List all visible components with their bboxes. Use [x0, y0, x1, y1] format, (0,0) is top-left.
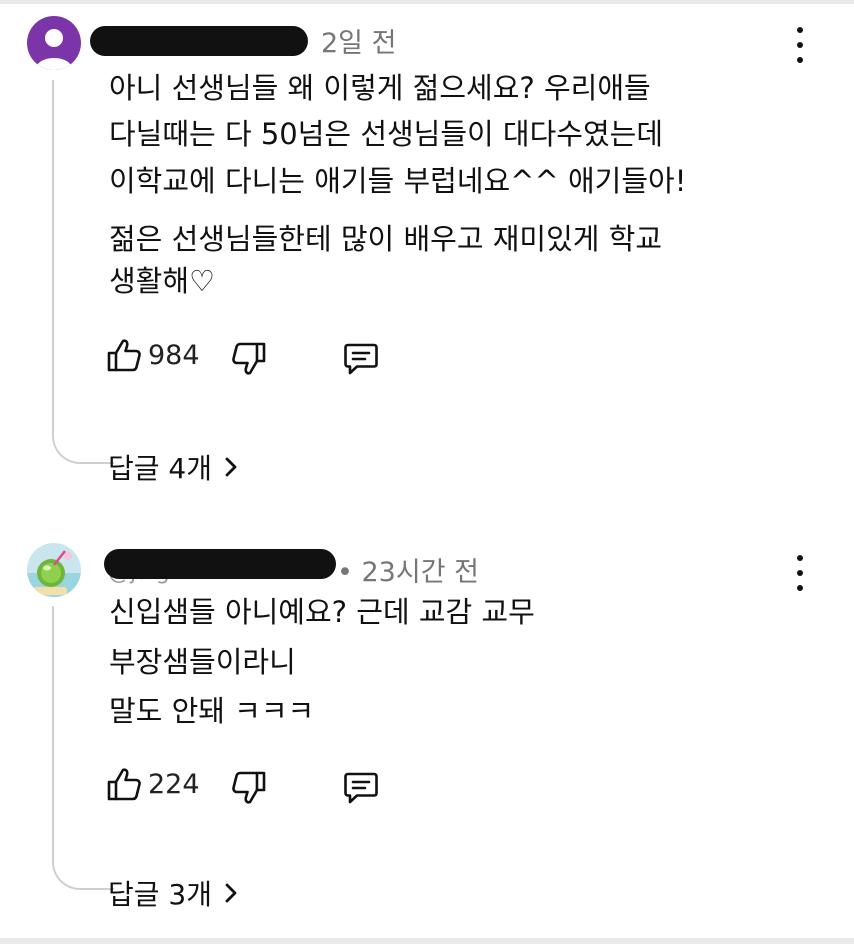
like-count: 224 [148, 768, 200, 800]
thumbs-down-icon [232, 771, 266, 804]
coconut-drink-avatar-icon [27, 543, 81, 597]
replies-label: 답글 3개 [108, 878, 212, 911]
like-button[interactable]: 224 [106, 766, 200, 802]
comment-text-line: 신입샘들 아니예요? 근데 교감 교무 [109, 595, 535, 629]
more-vertical-icon [797, 555, 803, 561]
redacted-username [104, 549, 336, 579]
comment-text-line: 말도 안돼 ㅋㅋㅋ [109, 694, 315, 728]
reply-button[interactable] [343, 770, 379, 806]
chevron-right-icon [225, 883, 237, 903]
more-options-button[interactable] [786, 555, 814, 591]
comment-text-line: 부장샘들이라니 [109, 645, 296, 679]
view-replies-button[interactable]: 답글 3개 [108, 873, 238, 913]
bottom-divider [0, 938, 854, 944]
dislike-button[interactable] [231, 770, 267, 806]
comment-2: @jaig • 23시간 전 신입샘들 아니예요? 근데 교감 교무 부장샘들이… [0, 0, 854, 944]
avatar[interactable] [27, 543, 81, 597]
comment-time: • 23시간 전 [337, 557, 479, 588]
thumbs-up-icon [107, 768, 141, 801]
menu-dot [797, 570, 803, 576]
comment-icon [344, 772, 378, 804]
menu-dot [797, 585, 803, 591]
thread-line [52, 606, 114, 890]
